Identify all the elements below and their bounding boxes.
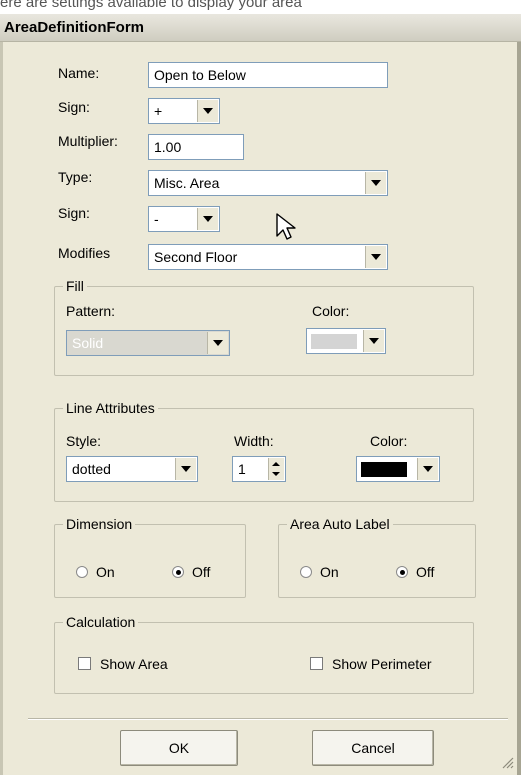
dimension-legend: Dimension bbox=[63, 515, 136, 533]
ok-button[interactable]: OK bbox=[120, 730, 238, 766]
fill-color-swatch bbox=[311, 334, 357, 349]
sign-label-2: Sign: bbox=[58, 205, 90, 221]
multiplier-label: Multiplier: bbox=[58, 133, 118, 149]
chevron-down-icon[interactable] bbox=[365, 172, 386, 194]
show-perimeter-label[interactable]: Show Perimeter bbox=[332, 655, 432, 673]
line-attributes-group: Line Attributes bbox=[54, 399, 474, 502]
fill-color-label: Color: bbox=[312, 303, 350, 319]
sign-select-2[interactable]: - bbox=[148, 206, 220, 232]
chevron-down-icon[interactable] bbox=[363, 330, 384, 352]
line-width-value: 1 bbox=[238, 461, 246, 477]
modifies-select[interactable]: Second Floor bbox=[148, 244, 388, 270]
area-auto-label-legend: Area Auto Label bbox=[287, 515, 393, 533]
spin-down-icon[interactable] bbox=[272, 472, 280, 476]
sign-value: + bbox=[154, 103, 163, 119]
line-style-value: dotted bbox=[72, 461, 111, 477]
spin-up-icon[interactable] bbox=[272, 462, 280, 466]
show-perimeter-checkbox[interactable] bbox=[310, 657, 323, 670]
background-text-fragment: ere are settings available to display yo… bbox=[0, 0, 302, 11]
cancel-button[interactable]: Cancel bbox=[312, 730, 434, 766]
sign-select[interactable]: + bbox=[148, 98, 220, 124]
chevron-down-icon[interactable] bbox=[197, 100, 218, 122]
style-label: Style: bbox=[66, 433, 102, 449]
pattern-select[interactable]: Solid bbox=[66, 330, 230, 356]
sign-value-2: - bbox=[154, 211, 159, 227]
dimension-off-radio[interactable] bbox=[172, 566, 184, 578]
type-select[interactable]: Misc. Area bbox=[148, 170, 388, 196]
modifies-value: Second Floor bbox=[154, 249, 238, 265]
modifies-label: Modifies bbox=[58, 245, 111, 261]
chevron-down-icon[interactable] bbox=[365, 246, 386, 268]
line-color-label: Color: bbox=[370, 433, 408, 449]
multiplier-input[interactable]: 1.00 bbox=[148, 134, 244, 160]
show-area-checkbox[interactable] bbox=[78, 657, 91, 670]
dimension-on-radio[interactable] bbox=[76, 566, 88, 578]
name-input[interactable]: Open to Below bbox=[148, 62, 388, 88]
separator bbox=[28, 718, 508, 720]
resize-grip-icon[interactable] bbox=[500, 755, 514, 769]
chevron-down-icon[interactable] bbox=[417, 458, 438, 480]
type-label: Type: bbox=[58, 169, 93, 185]
area-label-off-radio[interactable] bbox=[396, 566, 408, 578]
line-style-select[interactable]: dotted bbox=[66, 456, 198, 482]
pattern-label: Pattern: bbox=[66, 303, 116, 319]
mouse-cursor-icon bbox=[276, 213, 296, 240]
chevron-down-icon[interactable] bbox=[197, 208, 218, 230]
line-attributes-legend: Line Attributes bbox=[63, 399, 158, 417]
area-label-on-radio[interactable] bbox=[300, 566, 312, 578]
line-color-select[interactable] bbox=[356, 456, 440, 482]
area-label-on-label[interactable]: On bbox=[320, 563, 339, 581]
dimension-group: Dimension bbox=[54, 515, 246, 598]
sign-label: Sign: bbox=[58, 99, 90, 115]
fill-color-select[interactable] bbox=[306, 328, 386, 354]
area-auto-label-group: Area Auto Label bbox=[278, 515, 476, 598]
chevron-down-icon[interactable] bbox=[207, 332, 228, 354]
fill-legend: Fill bbox=[63, 277, 87, 295]
show-area-label[interactable]: Show Area bbox=[100, 655, 168, 673]
pattern-value: Solid bbox=[72, 335, 104, 351]
area-label-off-label[interactable]: Off bbox=[416, 563, 434, 581]
width-label: Width: bbox=[234, 433, 274, 449]
line-width-spinner[interactable]: 1 bbox=[232, 456, 286, 482]
name-label: Name: bbox=[58, 65, 100, 81]
dialog-title: AreaDefinitionForm bbox=[0, 14, 521, 42]
line-color-swatch bbox=[361, 462, 407, 477]
spinner-buttons[interactable] bbox=[268, 458, 284, 480]
dimension-on-label[interactable]: On bbox=[96, 563, 115, 581]
chevron-down-icon[interactable] bbox=[175, 458, 196, 480]
calculation-legend: Calculation bbox=[63, 613, 139, 631]
dimension-off-label[interactable]: Off bbox=[192, 563, 210, 581]
type-value: Misc. Area bbox=[154, 175, 220, 191]
